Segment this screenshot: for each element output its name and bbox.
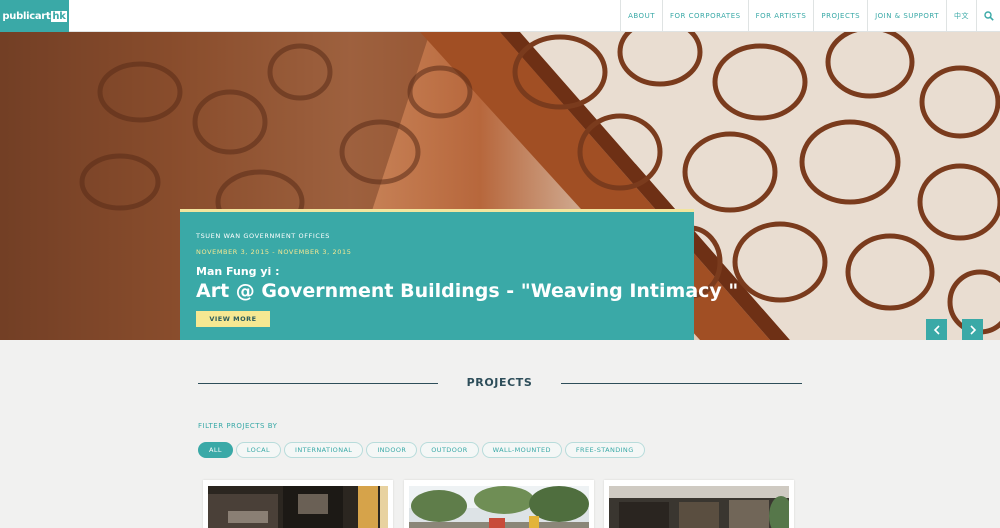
hero-slider: TSUEN WAN GOVERNMENT OFFICES NOVEMBER 3,… — [0, 32, 1000, 340]
heading-rule-left — [198, 383, 438, 384]
filter-free-standing[interactable]: FREE-STANDING — [564, 442, 645, 458]
hero-date: NOVEMBER 3, 2015 - NOVEMBER 3, 2015 — [196, 248, 352, 256]
projects-heading: PROJECTS — [198, 374, 802, 392]
project-thumbnail — [208, 486, 388, 528]
hero-caption-panel: TSUEN WAN GOVERNMENT OFFICES NOVEMBER 3,… — [180, 209, 738, 340]
search-icon — [983, 11, 994, 21]
nav-item-language-chinese[interactable]: 中文 — [946, 0, 976, 32]
filter-wall-mounted[interactable]: WALL-MOUNTED — [481, 442, 562, 458]
hero-title[interactable]: Art @ Government Buildings - "Weaving In… — [196, 280, 738, 302]
nav-item-projects[interactable]: PROJECTS — [813, 0, 867, 32]
slider-next-button[interactable] — [962, 319, 983, 340]
search-button[interactable] — [976, 0, 1000, 32]
site-logo[interactable]: publicart hk — [0, 0, 69, 32]
filter-outdoor[interactable]: OUTDOOR — [420, 442, 479, 458]
projects-title: PROJECTS — [466, 376, 533, 389]
project-filters: ALL LOCAL INTERNATIONAL INDOOR OUTDOOR W… — [198, 442, 645, 458]
hero-artist: Man Fung yi : — [196, 265, 280, 278]
logo-part-hk: hk — [51, 10, 67, 22]
chevron-right-icon — [969, 324, 976, 335]
slider-prev-button[interactable] — [926, 319, 947, 340]
heading-rule-right — [561, 383, 802, 384]
filter-label: FILTER PROJECTS BY — [198, 422, 278, 430]
view-more-button[interactable]: VIEW MORE — [196, 311, 270, 327]
nav-item-join-support[interactable]: JOIN & SUPPORT — [867, 0, 946, 32]
project-card[interactable] — [404, 480, 594, 528]
project-thumbnail — [609, 486, 789, 528]
project-thumbnail — [409, 486, 589, 528]
filter-indoor[interactable]: INDOOR — [366, 442, 418, 458]
nav-item-for-corporates[interactable]: FOR CORPORATES — [661, 0, 748, 32]
chevron-left-icon — [933, 324, 940, 335]
project-card[interactable] — [203, 480, 393, 528]
nav-item-for-artists[interactable]: FOR ARTISTS — [747, 0, 814, 32]
project-card[interactable] — [604, 480, 794, 528]
logo-part-art: art — [34, 10, 51, 22]
logo-part-public: public — [2, 10, 35, 22]
top-navigation-bar: publicart hk ABOUT FOR CORPORATES FOR ART… — [0, 0, 1000, 32]
main-nav: ABOUT FOR CORPORATES FOR ARTISTS PROJECT… — [620, 0, 1000, 32]
filter-local[interactable]: LOCAL — [235, 442, 282, 458]
filter-international[interactable]: INTERNATIONAL — [284, 442, 364, 458]
logo-text: publicart hk — [2, 10, 67, 22]
nav-item-about[interactable]: ABOUT — [620, 0, 662, 32]
filter-all[interactable]: ALL — [198, 442, 233, 458]
hero-venue: TSUEN WAN GOVERNMENT OFFICES — [196, 232, 331, 240]
